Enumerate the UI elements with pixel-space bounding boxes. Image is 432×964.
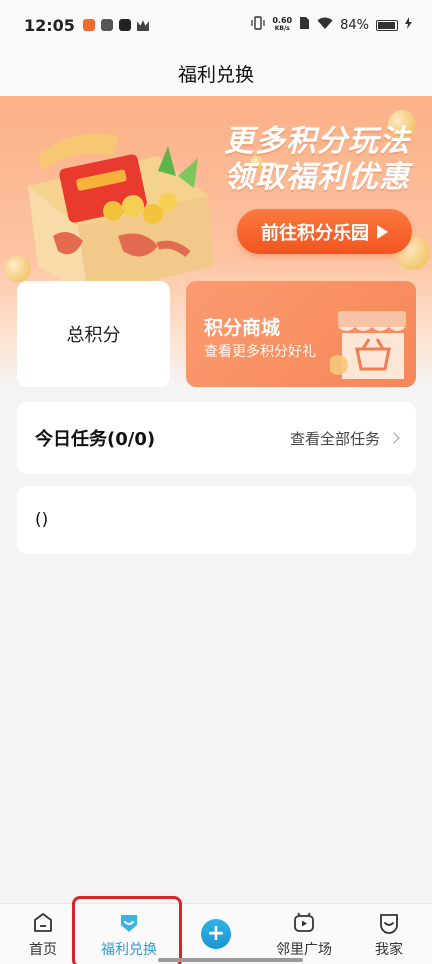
info-card: (): [17, 486, 416, 554]
banner-headline: 更多积分玩法 领取福利优惠: [224, 124, 410, 196]
status-bar: 12:05 0.60 KB/s 84%: [0, 0, 432, 50]
add-button[interactable]: +: [201, 919, 231, 949]
nav-home-label: 首页: [29, 941, 57, 958]
wifi-icon: [317, 17, 333, 34]
view-all-tasks-label: 查看全部任务: [289, 429, 380, 448]
info-card-text: (): [35, 510, 49, 530]
gift-shield-icon: [121, 914, 137, 932]
nav-neighborhood-square[interactable]: 邻里广场: [268, 904, 340, 964]
treasure-chest-illustration: [28, 133, 213, 296]
network-speed: 0.60 KB/s: [272, 17, 292, 33]
points-mall-title: 积分商城: [204, 317, 281, 339]
today-task-card: 今日任务(0/0) 查看全部任务: [17, 402, 416, 474]
battery-icon: [376, 19, 398, 31]
nav-welfare-exchange[interactable]: 福利兑换: [88, 904, 170, 964]
vibrate-icon: [251, 16, 265, 34]
battery-percent: 84%: [340, 17, 369, 33]
sim-icon: [299, 16, 310, 34]
page-header: 福利兑换: [0, 50, 432, 96]
total-points-card[interactable]: 总积分: [17, 281, 170, 387]
total-points-label: 总积分: [66, 325, 121, 346]
view-all-tasks-link[interactable]: 查看全部任务: [289, 428, 400, 449]
home-indicator[interactable]: [158, 958, 303, 962]
status-right: 0.60 KB/s 84%: [251, 16, 412, 34]
banner-headline-line1: 更多积分玩法: [224, 124, 410, 159]
chevron-right-icon: [388, 432, 400, 444]
app-notification-icon: [82, 19, 95, 31]
nav-my-home[interactable]: 我家: [362, 904, 416, 964]
cta-label: 前往积分乐园: [261, 222, 369, 244]
tiktok-icon: [118, 19, 131, 31]
points-mall-subtitle: 查看更多积分好礼: [204, 344, 316, 360]
shop-basket-icon: [330, 311, 406, 379]
plus-icon: +: [206, 921, 226, 946]
smile-face-icon: [380, 913, 398, 934]
charging-icon: [405, 17, 412, 33]
network-speed-unit: KB/s: [274, 25, 290, 32]
nav-my-home-label: 我家: [375, 941, 403, 958]
app-notification-icon: [100, 19, 113, 31]
nav-neighborhood-square-label: 邻里广场: [276, 941, 332, 958]
today-task-title: 今日任务(0/0): [35, 429, 156, 450]
home-icon: [34, 912, 52, 932]
nav-home[interactable]: 首页: [18, 904, 68, 964]
crown-icon: [136, 20, 149, 31]
banner-headline-line2: 领取福利优惠: [224, 160, 410, 195]
network-speed-value: 0.60: [272, 16, 293, 25]
notification-icons: [82, 19, 149, 31]
go-to-points-park-button[interactable]: 前往积分乐园: [237, 209, 412, 254]
video-square-icon: [294, 912, 314, 932]
play-arrow-icon: [377, 224, 388, 239]
page-title: 福利兑换: [177, 63, 254, 86]
nav-welfare-exchange-label: 福利兑换: [101, 941, 157, 958]
points-mall-card[interactable]: 积分商城 查看更多积分好礼: [186, 281, 416, 387]
status-time: 12:05: [24, 15, 75, 35]
